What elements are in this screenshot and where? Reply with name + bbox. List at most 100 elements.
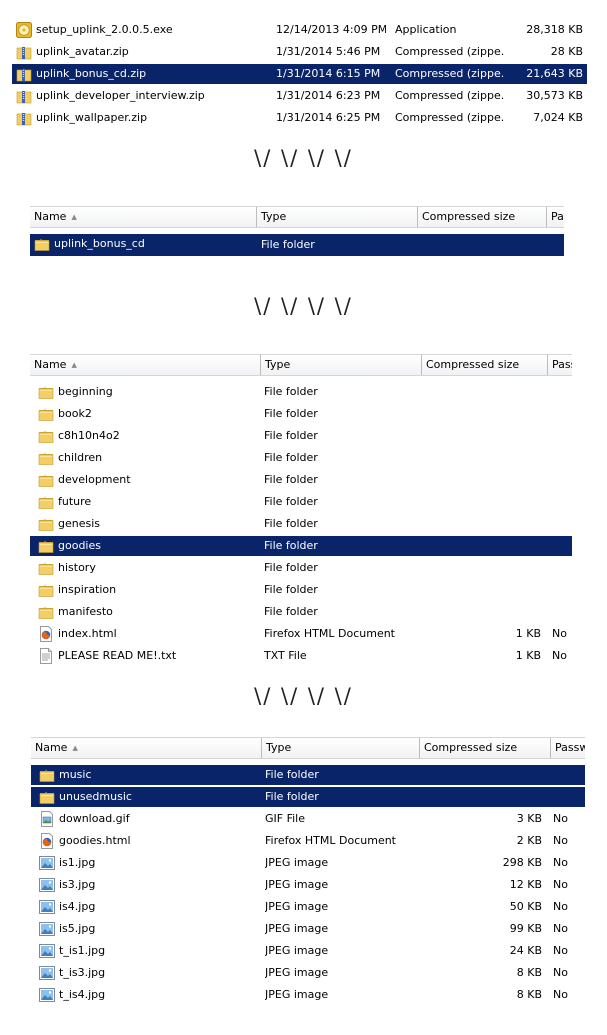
date-modified-cell: 12/14/2013 4:09 PM <box>276 23 386 36</box>
type-cell: JPEG image <box>265 856 329 869</box>
file-name-cell: children <box>38 448 260 468</box>
type-column-header[interactable]: Type <box>260 355 421 375</box>
list-item[interactable]: is1.jpg JPEG image 298 KB No <box>31 853 585 873</box>
list-item[interactable]: is5.jpg JPEG image 99 KB No <box>31 919 585 939</box>
list-item[interactable]: uplink_developer_interview.zip 1/31/2014 … <box>12 86 587 106</box>
size-cell: 30,573 KB <box>526 89 583 102</box>
list-item[interactable]: music File folder <box>31 765 585 785</box>
list-item[interactable]: uplink_bonus_cd.zip 1/31/2014 6:15 PM Comp… <box>12 64 587 84</box>
zip-icon <box>16 110 32 126</box>
list-item[interactable]: t_is4.jpg JPEG image 8 KB No <box>31 985 585 1005</box>
list-item[interactable]: book2 File folder <box>30 404 572 424</box>
type-cell: JPEG image <box>265 900 329 913</box>
password-cell <box>552 404 572 424</box>
file-name-cell: uplink_avatar.zip <box>16 42 266 62</box>
size-cell <box>420 514 541 534</box>
size-cell: 50 KB <box>509 900 542 913</box>
size-cell: 8 KB <box>516 988 542 1001</box>
list-item[interactable]: PLEASE READ ME!.txt TXT File 1 KB No <box>30 646 572 666</box>
list-item[interactable]: c8h10n4o2 File folder <box>30 426 572 446</box>
folder-icon <box>38 516 54 532</box>
type-cell: JPEG image <box>265 878 329 891</box>
list-item[interactable]: t_is3.jpg JPEG image 8 KB No <box>31 963 585 983</box>
list-item[interactable]: goodies File folder <box>30 536 572 556</box>
name-column-header[interactable]: Name ▲ <box>30 355 260 375</box>
jpeg-image-icon <box>39 965 55 981</box>
name-column-header[interactable]: Name ▲ <box>30 207 256 227</box>
file-name: inspiration <box>58 583 117 596</box>
password-cell <box>552 426 572 446</box>
list-item[interactable]: uplink_avatar.zip 1/31/2014 5:46 PM Compre… <box>12 42 587 62</box>
text-file-icon <box>38 648 54 664</box>
file-name-cell: future <box>38 492 260 512</box>
list-item[interactable]: uplink_bonus_cd File folder <box>30 234 564 256</box>
password-cell: No <box>553 900 568 913</box>
type-cell: File folder <box>264 605 318 618</box>
password-cell <box>552 602 572 622</box>
password-column-header[interactable]: Pas <box>546 207 564 227</box>
list-item[interactable]: beginning File folder <box>30 382 572 402</box>
file-name: uplink_wallpaper.zip <box>36 111 148 124</box>
zip-icon <box>16 88 32 104</box>
type-column-header[interactable]: Type <box>261 738 419 758</box>
password-cell <box>552 492 572 512</box>
compressed-size-column-header[interactable]: Compressed size <box>421 355 547 375</box>
bonus-cd-view: Name ▲ Type Compressed size Pass beginnin… <box>30 354 572 670</box>
password-cell <box>553 787 578 807</box>
file-name-cell: inspiration <box>38 580 260 600</box>
file-name: index.html <box>58 627 117 640</box>
size-cell: 298 KB <box>502 856 542 869</box>
file-name: goodies <box>58 539 101 552</box>
list-item[interactable]: index.html Firefox HTML Document 1 KB No <box>30 624 572 644</box>
list-item[interactable]: goodies.html Firefox HTML Document 2 KB No <box>31 831 585 851</box>
file-name-cell: uplink_bonus_cd <box>34 234 256 254</box>
size-cell: 12 KB <box>509 878 542 891</box>
list-item[interactable]: unusedmusic File folder <box>31 787 585 807</box>
size-cell <box>420 558 541 578</box>
file-name: book2 <box>58 407 92 420</box>
list-item[interactable]: children File folder <box>30 448 572 468</box>
list-item[interactable]: genesis File folder <box>30 514 572 534</box>
list-item[interactable]: future File folder <box>30 492 572 512</box>
list-item[interactable]: inspiration File folder <box>30 580 572 600</box>
name-column-header[interactable]: Name ▲ <box>31 738 261 758</box>
type-column-header[interactable]: Type <box>256 207 417 227</box>
gif-file-icon <box>39 811 55 827</box>
file-name-cell: is1.jpg <box>39 853 261 873</box>
type-cell: JPEG image <box>265 966 329 979</box>
list-item[interactable]: setup_uplink_2.0.0.5.exe 12/14/2013 4:09 … <box>12 20 587 40</box>
password-column-header[interactable]: Passw <box>550 738 585 758</box>
file-name: PLEASE READ ME!.txt <box>58 649 177 662</box>
size-cell: 99 KB <box>509 922 542 935</box>
jpeg-image-icon <box>39 877 55 893</box>
list-item[interactable]: uplink_wallpaper.zip 1/31/2014 6:25 PM Com… <box>12 108 587 128</box>
file-name: uplink_developer_interview.zip <box>36 89 205 102</box>
list-item[interactable]: manifesto File folder <box>30 602 572 622</box>
file-name: t_is1.jpg <box>59 944 106 957</box>
compressed-size-column-header[interactable]: Compressed size <box>417 207 546 227</box>
compressed-size-column-header[interactable]: Compressed size <box>419 738 550 758</box>
file-name: music <box>59 768 92 781</box>
goodies-rows: music File folder unusedmusic File folder do… <box>31 765 585 1009</box>
folder-icon <box>38 384 54 400</box>
file-name: future <box>58 495 92 508</box>
type-cell: File folder <box>264 407 318 420</box>
password-column-header[interactable]: Pass <box>547 355 572 375</box>
size-cell: 3 KB <box>516 812 542 825</box>
type-cell: File folder <box>264 517 318 530</box>
list-item[interactable]: history File folder <box>30 558 572 578</box>
file-name-cell: is3.jpg <box>39 875 261 895</box>
name-column-label: Name <box>34 358 67 371</box>
list-item[interactable]: t_is1.jpg JPEG image 24 KB No <box>31 941 585 961</box>
size-cell <box>420 536 541 556</box>
zip-icon <box>16 44 32 60</box>
size-cell <box>420 404 541 424</box>
file-name-cell: index.html <box>38 624 260 644</box>
list-item[interactable]: download.gif GIF File 3 KB No <box>31 809 585 829</box>
file-name-cell: t_is4.jpg <box>39 985 261 1005</box>
list-item[interactable]: is4.jpg JPEG image 50 KB No <box>31 897 585 917</box>
firefox-html-icon <box>38 626 54 642</box>
list-item[interactable]: is3.jpg JPEG image 12 KB No <box>31 875 585 895</box>
type-cell: File folder <box>264 539 318 552</box>
list-item[interactable]: development File folder <box>30 470 572 490</box>
